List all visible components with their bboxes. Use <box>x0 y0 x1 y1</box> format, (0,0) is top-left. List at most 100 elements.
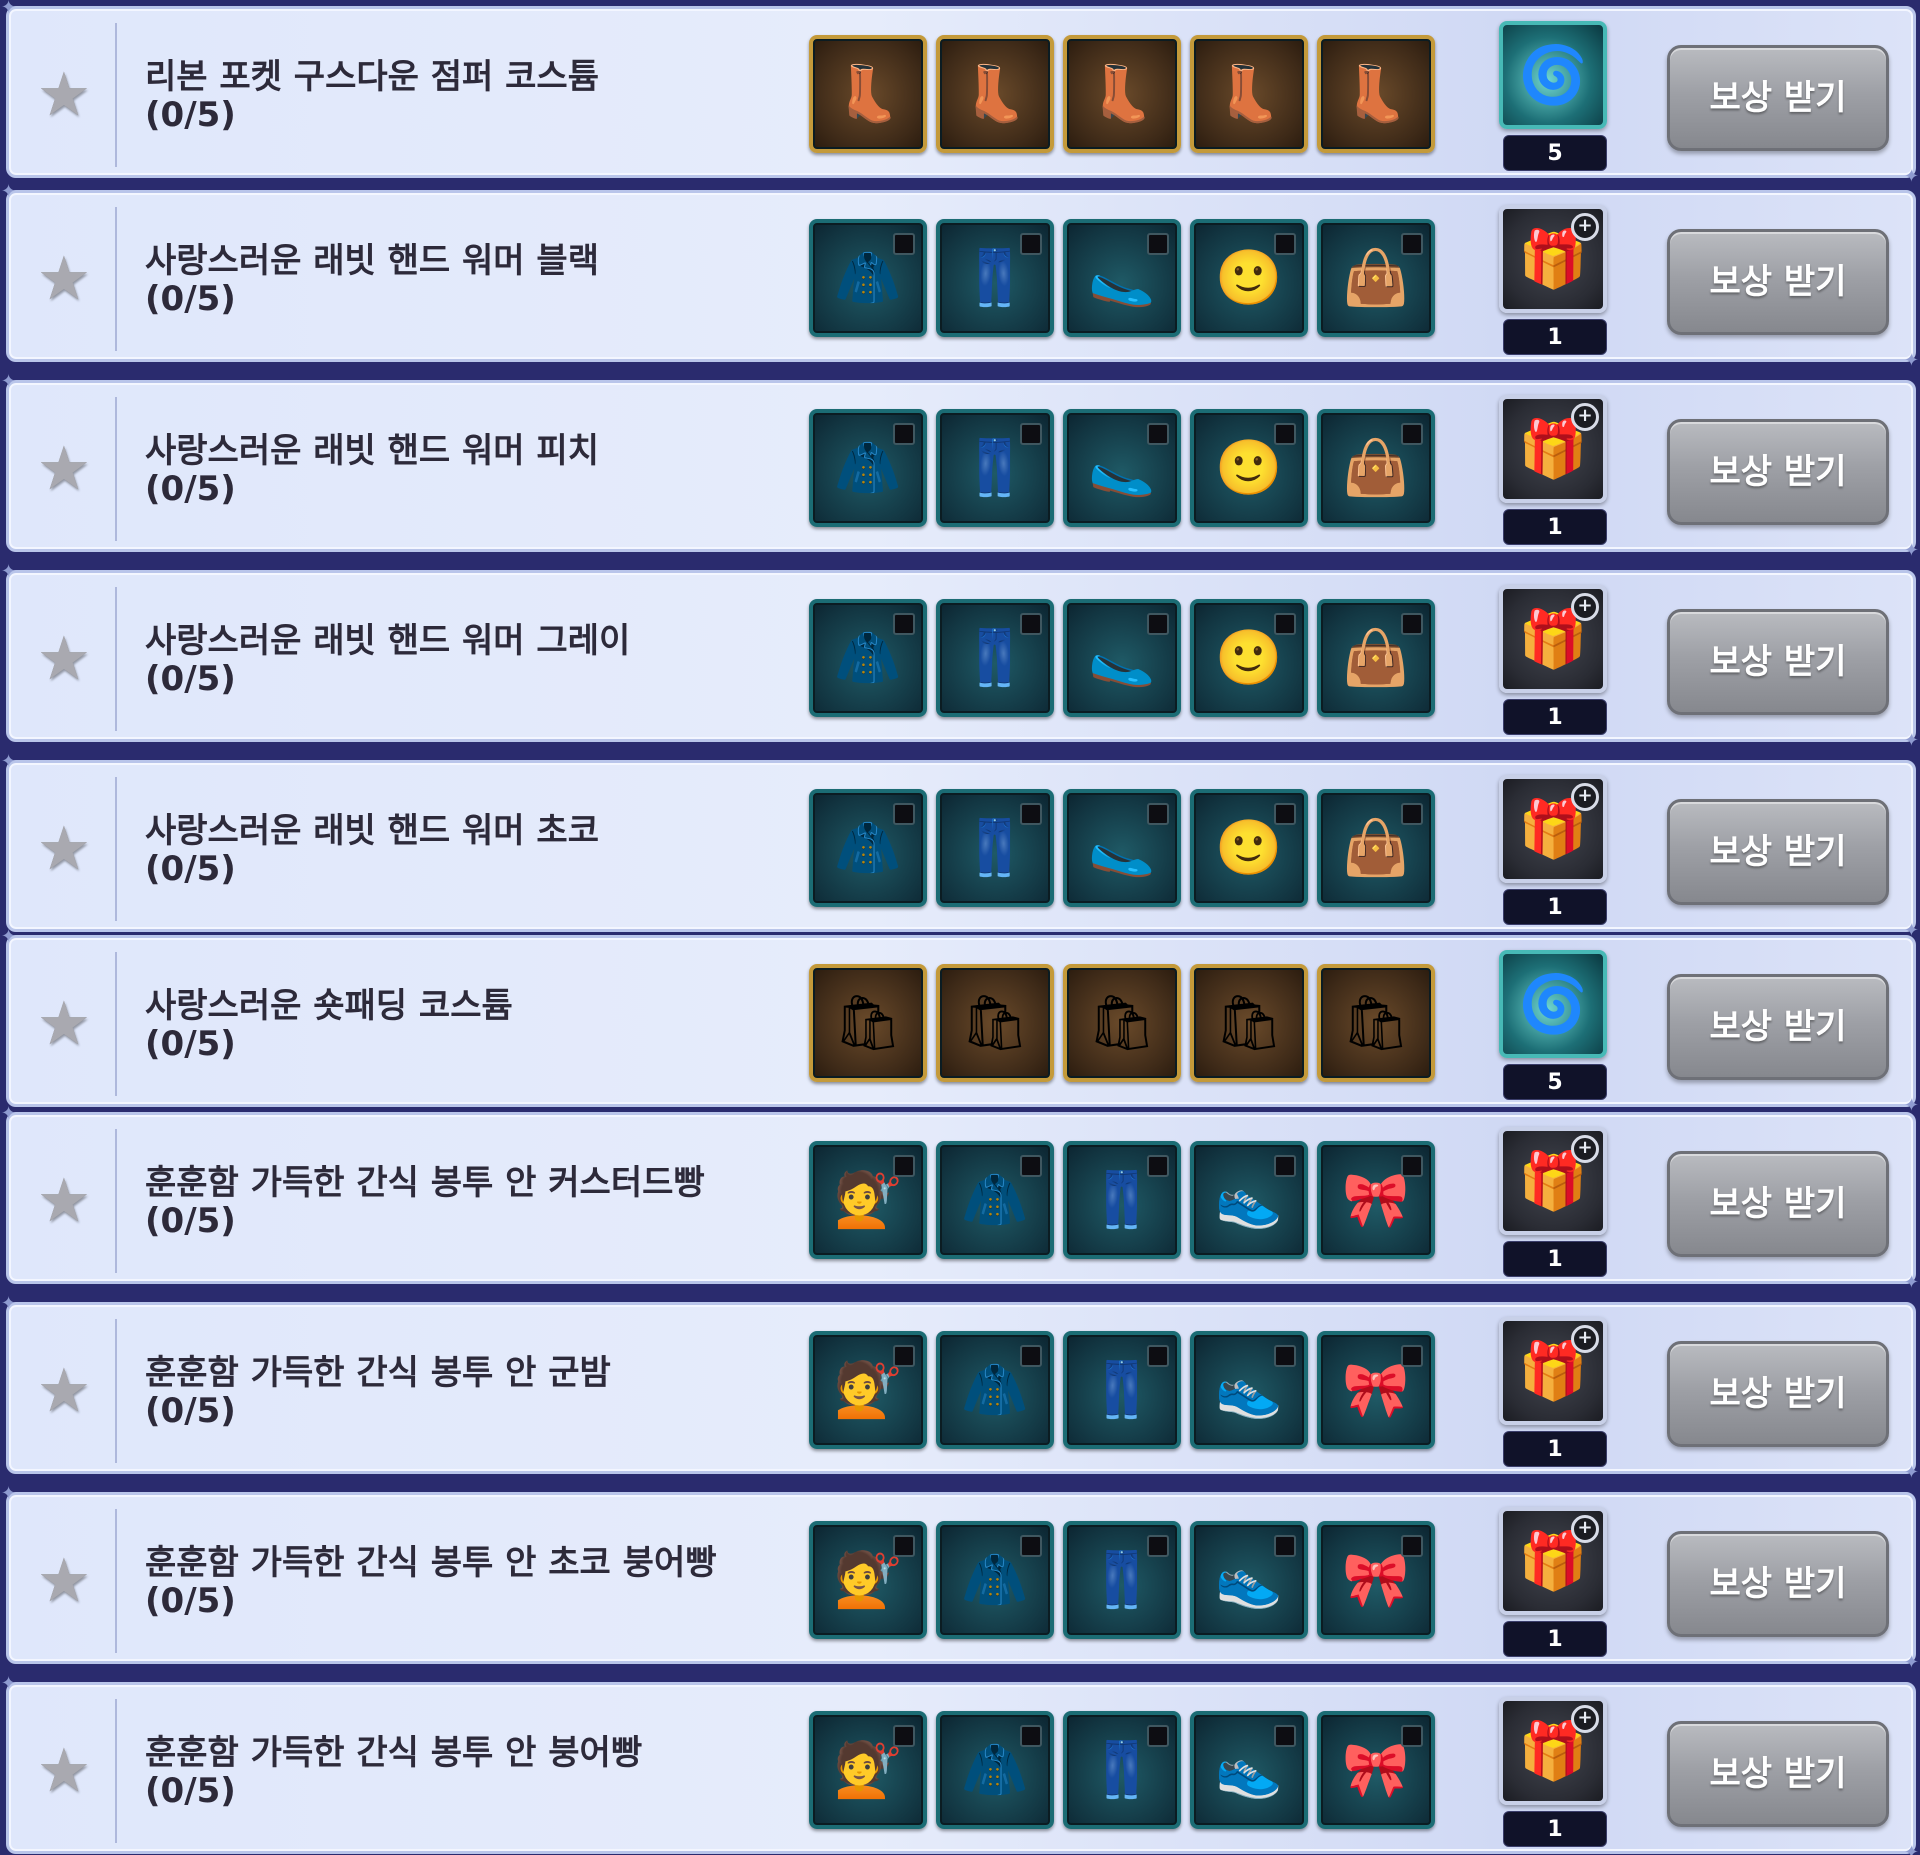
item-slot[interactable]: 🧥 <box>809 409 927 527</box>
item-slot[interactable]: 🎀 <box>1317 1141 1435 1259</box>
item-slot[interactable]: 🙂 <box>1190 789 1308 907</box>
zoom-icon[interactable]: + <box>1571 213 1599 241</box>
item-slot[interactable]: 🥿 <box>1063 789 1181 907</box>
claim-reward-button[interactable]: 보상 받기 <box>1667 974 1889 1080</box>
row-title: 사랑스러운 래빗 핸드 워머 피치 <box>145 431 599 471</box>
item-slot[interactable]: 🛍 <box>1063 964 1181 1082</box>
row-progress: (0/5) <box>145 279 236 319</box>
item-slot[interactable]: 🙂 <box>1190 599 1308 717</box>
row-progress: (0/5) <box>145 469 236 509</box>
slot-badge-icon <box>1401 233 1423 255</box>
reward-item[interactable]: 🎁 + <box>1499 1127 1607 1235</box>
item-slot[interactable]: 🎀 <box>1317 1521 1435 1639</box>
item-slot[interactable]: 🥿 <box>1063 219 1181 337</box>
item-slot[interactable]: 👟 <box>1190 1331 1308 1449</box>
reward-item[interactable]: 🎁 + <box>1499 585 1607 693</box>
item-slot[interactable]: 👟 <box>1190 1521 1308 1639</box>
item-slot[interactable]: 👢 <box>1190 35 1308 153</box>
item-slot[interactable]: 🧥 <box>936 1141 1054 1259</box>
slot-badge-icon <box>1020 1155 1042 1177</box>
item-slot[interactable]: 👜 <box>1317 789 1435 907</box>
claim-reward-button[interactable]: 보상 받기 <box>1667 609 1889 715</box>
zoom-icon[interactable]: + <box>1571 783 1599 811</box>
item-slot[interactable]: 👖 <box>1063 1521 1181 1639</box>
reward-item[interactable]: 🌀 <box>1499 21 1607 129</box>
reward-item[interactable]: 🎁 + <box>1499 1697 1607 1805</box>
fur-boots-icon: 👢 <box>1342 62 1410 125</box>
item-slot[interactable]: 🙂 <box>1190 409 1308 527</box>
reward-count: 1 <box>1503 509 1607 545</box>
item-slot[interactable]: 👖 <box>1063 1711 1181 1829</box>
zoom-icon[interactable]: + <box>1571 1705 1599 1733</box>
slot-badge-icon <box>1401 1535 1423 1557</box>
item-slot[interactable]: 💇 <box>809 1711 927 1829</box>
slot-badge-icon <box>1274 1535 1296 1557</box>
item-slot[interactable]: 🛍 <box>809 964 927 1082</box>
item-slot[interactable]: 🧥 <box>936 1331 1054 1449</box>
row-divider <box>115 1509 117 1653</box>
item-slot[interactable]: 👖 <box>1063 1141 1181 1259</box>
achievement-row: ★ 사랑스러운 래빗 핸드 워머 피치(0/5) 🧥👖🥿🙂👜 🎁+ 1 보상 받기 <box>1 371 1919 561</box>
costume-orb-icon: 🌀 <box>1518 972 1588 1037</box>
item-slot[interactable]: 🎀 <box>1317 1331 1435 1449</box>
claim-reward-button[interactable]: 보상 받기 <box>1667 45 1889 151</box>
claim-reward-button[interactable]: 보상 받기 <box>1667 1341 1889 1447</box>
item-slot[interactable]: 👢 <box>936 35 1054 153</box>
item-slot[interactable]: 🧥 <box>809 599 927 717</box>
item-slot[interactable]: 🛍 <box>1190 964 1308 1082</box>
item-slot[interactable]: 🧥 <box>936 1711 1054 1829</box>
item-slot[interactable]: 👜 <box>1317 599 1435 717</box>
item-slot[interactable]: 👜 <box>1317 219 1435 337</box>
claim-reward-button[interactable]: 보상 받기 <box>1667 1151 1889 1257</box>
row-progress: (0/5) <box>145 659 236 699</box>
slot-badge-icon <box>1274 613 1296 635</box>
slot-badge-icon <box>1020 803 1042 825</box>
claim-reward-button[interactable]: 보상 받기 <box>1667 1721 1889 1827</box>
snack-bag-icon: 🛍 <box>1341 991 1411 1054</box>
zoom-icon[interactable]: + <box>1571 1135 1599 1163</box>
item-slot[interactable]: 💇 <box>809 1141 927 1259</box>
item-slot[interactable]: 👖 <box>936 409 1054 527</box>
item-slot[interactable]: 👜 <box>1317 409 1435 527</box>
reward-item[interactable]: 🎁 + <box>1499 1317 1607 1425</box>
item-slot[interactable]: 🛍 <box>936 964 1054 1082</box>
item-slot[interactable]: 🙂 <box>1190 219 1308 337</box>
item-slot[interactable]: 🥿 <box>1063 599 1181 717</box>
star-icon: ★ <box>37 814 91 884</box>
item-slot[interactable]: 👟 <box>1190 1711 1308 1829</box>
item-slot[interactable]: 💇 <box>809 1331 927 1449</box>
item-slot[interactable]: 👟 <box>1190 1141 1308 1259</box>
reward-item[interactable]: 🎁 + <box>1499 775 1607 883</box>
reward-item[interactable]: 🎁 + <box>1499 395 1607 503</box>
item-slot[interactable]: 💇 <box>809 1521 927 1639</box>
star-icon: ★ <box>37 244 91 314</box>
item-slot[interactable]: 🎀 <box>1317 1711 1435 1829</box>
item-slot[interactable]: 🧥 <box>809 219 927 337</box>
item-slot[interactable]: 🥿 <box>1063 409 1181 527</box>
item-slot[interactable]: 👖 <box>936 219 1054 337</box>
item-slot[interactable]: 👢 <box>1063 35 1181 153</box>
claim-reward-button[interactable]: 보상 받기 <box>1667 1531 1889 1637</box>
slot-badge-icon <box>1020 1725 1042 1747</box>
reward-item[interactable]: 🎁 + <box>1499 205 1607 313</box>
item-slot[interactable]: 🧥 <box>809 789 927 907</box>
snack-bag-icon: 🛍 <box>1214 991 1284 1054</box>
claim-reward-button[interactable]: 보상 받기 <box>1667 799 1889 905</box>
reward-item[interactable]: 🎁 + <box>1499 1507 1607 1615</box>
zoom-icon[interactable]: + <box>1571 403 1599 431</box>
zoom-icon[interactable]: + <box>1571 1325 1599 1353</box>
item-slot[interactable]: 🧥 <box>936 1521 1054 1639</box>
slot-badge-icon <box>893 1725 915 1747</box>
item-slot[interactable]: 👖 <box>1063 1331 1181 1449</box>
reward-item[interactable]: 🌀 <box>1499 950 1607 1058</box>
item-slot[interactable]: 👖 <box>936 599 1054 717</box>
item-slot[interactable]: 👢 <box>809 35 927 153</box>
zoom-icon[interactable]: + <box>1571 1515 1599 1543</box>
zoom-icon[interactable]: + <box>1571 593 1599 621</box>
claim-reward-button[interactable]: 보상 받기 <box>1667 229 1889 335</box>
item-slot[interactable]: 🛍 <box>1317 964 1435 1082</box>
claim-reward-button[interactable]: 보상 받기 <box>1667 419 1889 525</box>
item-slot[interactable]: 👖 <box>936 789 1054 907</box>
slot-badge-icon <box>1020 423 1042 445</box>
item-slot[interactable]: 👢 <box>1317 35 1435 153</box>
